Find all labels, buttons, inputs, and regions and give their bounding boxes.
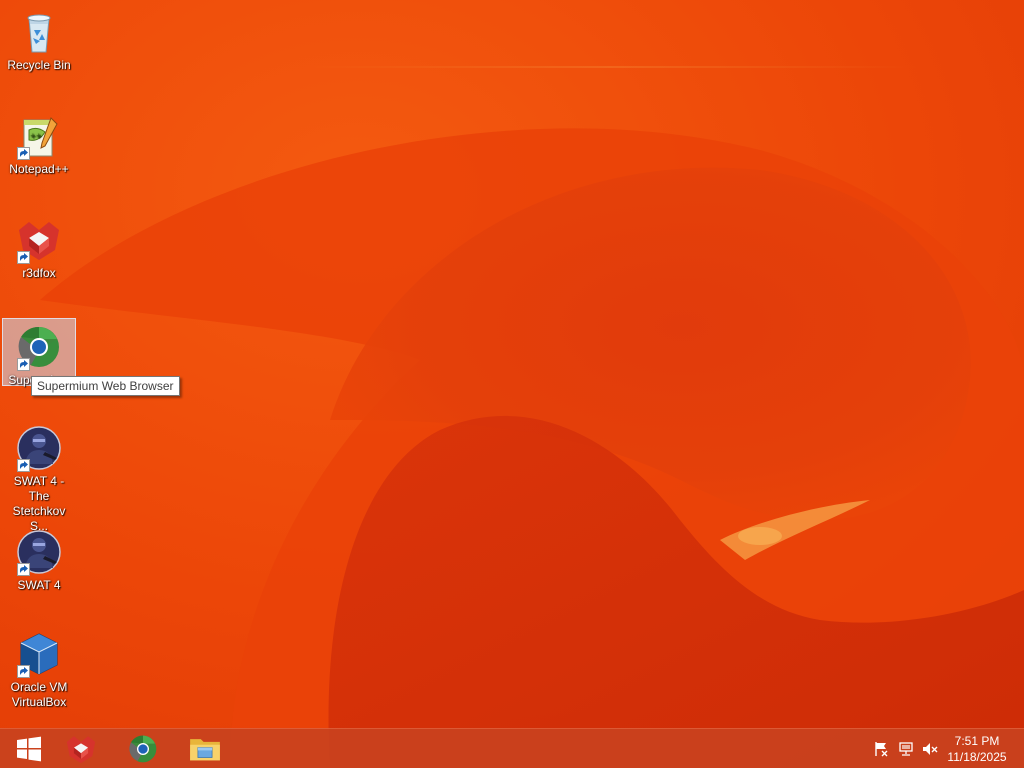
desktop-icon-virtualbox[interactable]: Oracle VM VirtualBox [2, 626, 76, 710]
desktop-icon-label: Notepad++ [9, 162, 69, 176]
notepad-plus-plus-icon: ++ [15, 112, 63, 160]
desktop-icon-label: r3dfox [22, 266, 56, 280]
taskbar-pinned-r3dfox[interactable] [52, 729, 110, 768]
taskbar-pinned-supermium[interactable] [114, 729, 172, 768]
r3dfox-icon [66, 736, 96, 764]
clock-date: 11/18/2025 [947, 750, 1007, 764]
shortcut-arrow-icon [17, 665, 30, 678]
clock-time: 7:51 PM [954, 734, 1000, 748]
desktop-icon-label: SWAT 4 [17, 578, 61, 592]
r3dfox-icon [15, 216, 63, 264]
taskbar-clock[interactable]: 7:51 PM 11/18/2025 [942, 733, 1012, 765]
desktop[interactable]: Recycle Bin ++ Notepad++ r3dfox SWAT 4 -… [0, 0, 1024, 768]
desktop-icon-r3dfox[interactable]: r3dfox [2, 212, 76, 281]
desktop-icon-notepad-plus-plus[interactable]: ++ Notepad++ [2, 108, 76, 177]
action-center-flag-icon[interactable] [873, 741, 889, 757]
shortcut-arrow-icon [17, 147, 30, 160]
desktop-icon-label: Recycle Bin [7, 58, 71, 72]
svg-text:++: ++ [30, 132, 42, 140]
recycle-bin-icon [15, 8, 63, 56]
swat4-stetchkov-icon [15, 424, 63, 472]
desktop-icon-swat4[interactable]: SWAT 4 [2, 524, 76, 593]
virtualbox-icon [15, 630, 63, 678]
volume-muted-icon[interactable] [922, 741, 938, 757]
shortcut-arrow-icon [17, 251, 30, 264]
taskbar-pinned-file-explorer[interactable] [176, 729, 234, 768]
shortcut-arrow-icon [17, 563, 30, 576]
shortcut-arrow-icon [17, 358, 30, 371]
supermium-icon [15, 323, 63, 371]
tooltip: Supermium Web Browser [31, 376, 180, 396]
file-explorer-icon [190, 739, 220, 761]
supermium-icon [129, 735, 157, 763]
shortcut-arrow-icon [17, 459, 30, 472]
desktop-icon-recycle-bin[interactable]: Recycle Bin [2, 4, 76, 73]
windows-logo-icon [17, 736, 41, 762]
taskbar[interactable]: 7:51 PM 11/18/2025 [0, 728, 1024, 768]
desktop-icon-swat4-stetchkov[interactable]: SWAT 4 - The Stetchkov S... [2, 420, 76, 534]
swat4-icon [15, 528, 63, 576]
network-icon[interactable] [898, 741, 914, 757]
start-button[interactable] [0, 729, 58, 768]
desktop-icon-label: Oracle VM VirtualBox [10, 680, 68, 709]
